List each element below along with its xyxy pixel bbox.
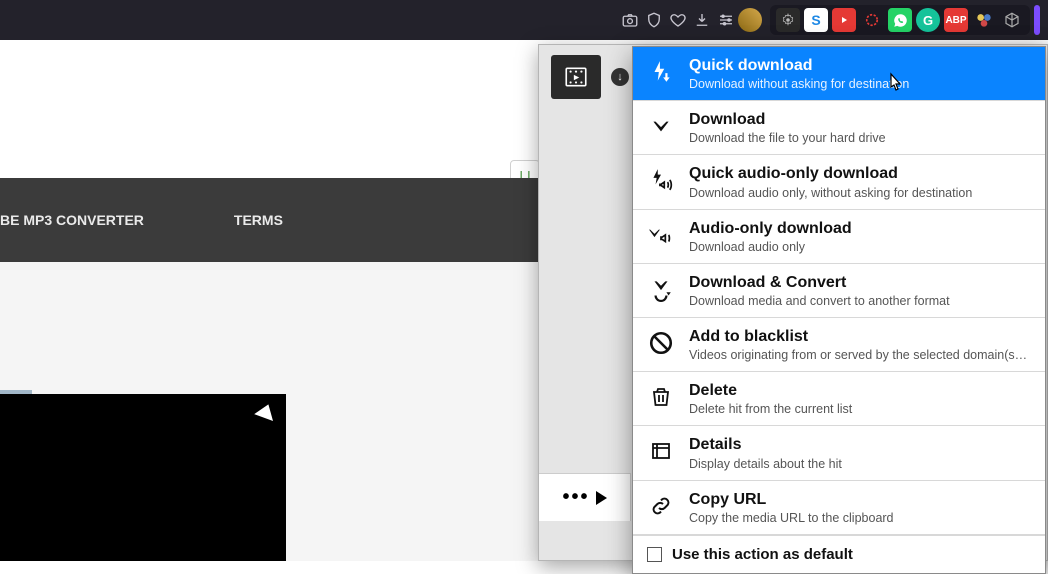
menu-details[interactable]: DetailsDisplay details about the hit <box>633 426 1045 480</box>
menu-quick-download[interactable]: Quick download Download without asking fo… <box>633 47 1045 101</box>
grammarly-ext-icon[interactable]: G <box>916 8 940 32</box>
download-indicator-icon: ↓ <box>611 68 629 86</box>
whatsapp-ext-icon[interactable] <box>888 8 912 32</box>
convert-icon <box>647 275 675 303</box>
default-label: Use this action as default <box>672 546 853 563</box>
shield-icon[interactable] <box>642 8 666 32</box>
video-thumbnail[interactable] <box>0 394 286 561</box>
play-icon[interactable] <box>596 491 607 505</box>
download-icon[interactable] <box>690 8 714 32</box>
extensions-panel: S G ABP <box>770 5 1030 35</box>
menu-convert[interactable]: Download & ConvertDownload media and con… <box>633 264 1045 318</box>
hex-ext-icon[interactable] <box>860 8 884 32</box>
details-icon <box>647 437 675 465</box>
link-icon <box>647 492 675 520</box>
gear-ext-icon[interactable] <box>776 8 800 32</box>
menu-download[interactable]: DownloadDownload the file to your hard d… <box>633 101 1045 155</box>
bolt-down-icon <box>647 58 675 86</box>
audio-down-icon <box>647 221 675 249</box>
youtube-ext-icon[interactable] <box>832 8 856 32</box>
more-icon[interactable]: ••• <box>562 486 589 509</box>
popup-footer-controls[interactable]: ••• <box>539 473 631 521</box>
sidebar-handle[interactable] <box>1034 5 1040 35</box>
heart-icon[interactable] <box>666 8 690 32</box>
vdh-ext-icon[interactable] <box>972 8 996 32</box>
arrow-down-icon <box>647 112 675 140</box>
mi-title: Quick download <box>689 56 1031 75</box>
cube-ext-icon[interactable] <box>1000 8 1024 32</box>
sliders-icon[interactable] <box>714 8 738 32</box>
menu-footer[interactable]: Use this action as default <box>633 535 1045 573</box>
mi-sub: Download without asking for destination <box>689 77 1031 91</box>
camera-icon[interactable] <box>618 8 642 32</box>
s-ext-icon[interactable]: S <box>804 8 828 32</box>
download-action-menu: Quick download Download without asking fo… <box>632 46 1046 574</box>
bolt-audio-icon <box>647 166 675 194</box>
media-thumb-icon <box>551 55 601 99</box>
avatar[interactable] <box>738 8 762 32</box>
default-checkbox[interactable] <box>647 547 662 562</box>
nav-link-terms[interactable]: TERMS <box>234 212 283 228</box>
menu-delete[interactable]: DeleteDelete hit from the current list <box>633 372 1045 426</box>
menu-copy-url[interactable]: Copy URLCopy the media URL to the clipbo… <box>633 481 1045 535</box>
nav-link-converter[interactable]: BE MP3 CONVERTER <box>0 212 144 228</box>
menu-quick-audio[interactable]: Quick audio-only downloadDownload audio … <box>633 155 1045 209</box>
browser-toolbar: S G ABP <box>0 0 1048 40</box>
ban-icon <box>647 329 675 357</box>
menu-audio-download[interactable]: Audio-only downloadDownload audio only <box>633 210 1045 264</box>
menu-blacklist[interactable]: Add to blacklistVideos originating from … <box>633 318 1045 372</box>
abp-ext-icon[interactable]: ABP <box>944 8 968 32</box>
trash-icon <box>647 383 675 411</box>
